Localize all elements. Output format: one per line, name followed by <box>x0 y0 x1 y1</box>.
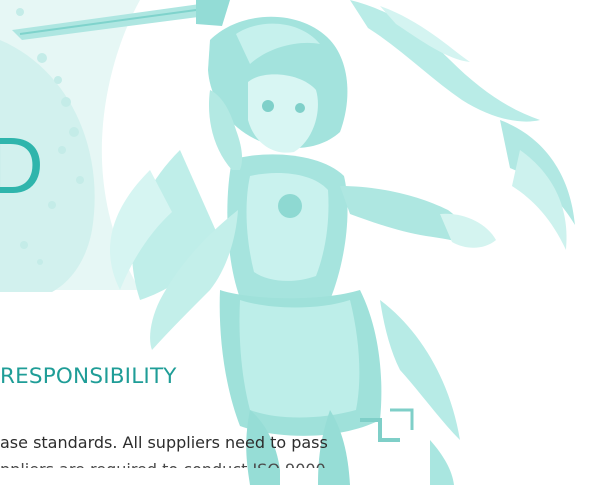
hero-swordsman-illustration <box>0 0 575 485</box>
body-line: ase standards. All suppliers need to pas… <box>0 433 328 452</box>
body-line: ppliers are required to conduct ISO 9000 <box>0 456 430 468</box>
character-figure <box>110 16 496 485</box>
section-letter: D <box>0 121 44 210</box>
body-paragraph: ase standards. All suppliers need to pas… <box>0 429 430 468</box>
section-heading: RESPONSIBILITY <box>0 364 177 389</box>
